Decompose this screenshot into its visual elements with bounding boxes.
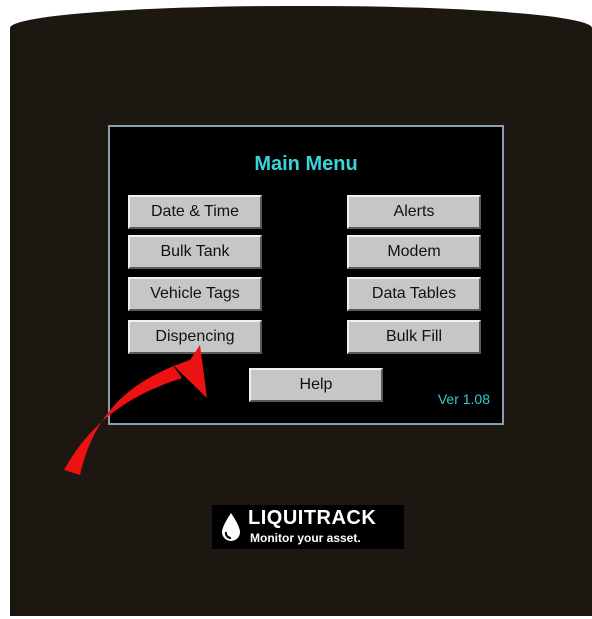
drop-icon — [222, 513, 240, 541]
logo-name: LIQUITRACK — [248, 507, 377, 529]
liquitrack-logo: LIQUITRACK Monitor your asset. — [212, 505, 404, 549]
logo-tagline: Monitor your asset. — [250, 531, 361, 545]
